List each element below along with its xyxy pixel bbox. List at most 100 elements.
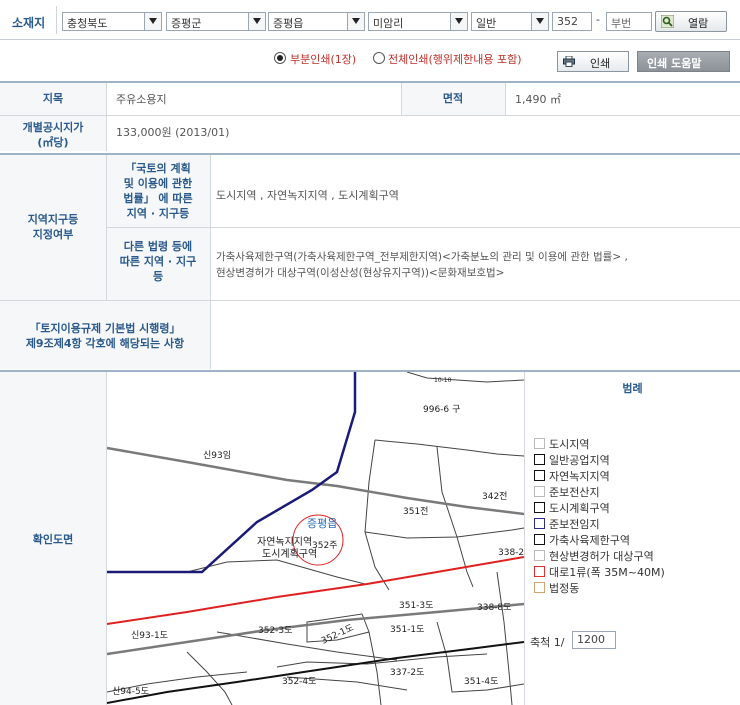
map-section: 확인도면 996-6 구 신93임 342전 351전 338-2 351-3도…: [0, 370, 740, 705]
parcel-label: 996-6 구: [423, 404, 460, 415]
zone-section-label: 지역지구등 지정여부: [27, 213, 79, 241]
divider: [210, 155, 211, 369]
parcel-label: 352-4도: [282, 677, 316, 687]
parcel-label: 351-4도: [464, 677, 498, 687]
label-divider: [56, 6, 57, 34]
legend-item-natural-green: 자연녹지지역: [534, 470, 610, 484]
price-label: 개별공시지가 (㎡당): [22, 121, 84, 149]
row-divider: [0, 115, 740, 116]
legend-label: 법정동: [549, 582, 580, 595]
view-button-label: 열람: [688, 17, 709, 30]
sub-lot-input[interactable]: 부번: [606, 12, 652, 31]
legend-label: 가축사육제한구역: [549, 534, 630, 547]
national-law-value: 도시지역 , 자연녹지지역 , 도시계획구역: [216, 189, 399, 202]
legend-label: 일반공업지역: [549, 454, 610, 467]
town-label: 증평읍: [307, 517, 337, 530]
area-label: 면적: [442, 92, 464, 105]
radio-partial[interactable]: [274, 52, 286, 64]
parcel-label: 신93임: [203, 449, 231, 461]
search-bar: 소재지 충청북도 증평군 증평읍 미암리 일반 352 - 부번 열람: [0, 0, 740, 40]
radio-dot: [277, 55, 283, 61]
scale-input[interactable]: 1200: [572, 631, 616, 649]
legend-label: 도시계획구역: [549, 502, 610, 515]
location-label: 소재지: [12, 16, 46, 30]
province-value: 충청북도: [67, 17, 108, 30]
legend-swatch: [534, 566, 545, 577]
legend-item-heritage: 현상변경허가 대상구역: [534, 550, 654, 564]
parcel-label: 신93-1도: [131, 630, 168, 641]
regulation-label: 「토지이용규제 기본법 시행령」 제9조제4항 각호에 해당되는 사항: [25, 322, 185, 350]
national-law-label: 「국토의 계획 및 이용에 관한 법률」 에 따른 지역 · 지구등: [123, 162, 193, 220]
legend-swatch: [534, 502, 545, 513]
legend-item-industrial: 일반공업지역: [534, 454, 610, 468]
village-select[interactable]: 미암리: [368, 12, 468, 31]
radio-partial-label[interactable]: 부분인쇄(1장): [290, 51, 356, 67]
chevron-down-icon: [248, 13, 265, 30]
parcel-label: 10-10: [434, 377, 452, 384]
other-law-label: 다른 법령 등에 따른 지역 · 지구 등: [119, 240, 197, 283]
parcel-label: 351-1도: [390, 625, 424, 635]
chevron-down-icon: [531, 13, 548, 30]
parcel-label: 351-3도: [399, 601, 433, 611]
parcel-label: 신94-5도: [112, 686, 149, 697]
legend-swatch: [534, 486, 545, 497]
legend-swatch: [534, 582, 545, 593]
legend-label: 준보전산지: [549, 486, 600, 499]
town-select[interactable]: 증평읍: [268, 12, 365, 31]
main-lot-input[interactable]: 352: [552, 12, 592, 31]
legend-item-urban-plan: 도시계획구역: [534, 502, 610, 516]
legend-swatch: [534, 438, 545, 449]
legend-item-semi-preserved-mountain: 준보전산지: [534, 486, 600, 500]
legend-item-legal-dong: 법정동: [534, 582, 579, 596]
legend-swatch: [534, 534, 545, 545]
row-divider: [106, 227, 740, 228]
radio-full[interactable]: [373, 52, 385, 64]
divider: [505, 83, 506, 115]
zones-table: 지역지구등 지정여부 「국토의 계획 및 이용에 관한 법률」 에 따른 지역 …: [0, 153, 740, 371]
land-category-value: 주유소용지: [116, 93, 167, 106]
legend-label: 준보전임지: [549, 518, 600, 531]
scale-label: 축척 1/: [530, 636, 565, 649]
price-value: 133,000원 (2013/01): [116, 126, 230, 139]
other-law-value-2: 현상변경허가 대상구역(이성산성(현상유지구역))<문화재보호법>: [216, 267, 505, 279]
parcel-label: 337-2도: [390, 668, 424, 678]
parcel-label: 342전: [482, 491, 507, 502]
land-type-select[interactable]: 일반: [471, 12, 549, 31]
legend-swatch: [534, 518, 545, 529]
chevron-down-icon: [450, 13, 467, 30]
legend-title: 범례: [622, 382, 643, 395]
print-help-button[interactable]: 인쇄 도움말: [637, 51, 730, 72]
divider: [106, 83, 107, 151]
map-section-label: 확인도면: [32, 533, 74, 546]
cadastral-map[interactable]: 996-6 구 신93임 342전 351전 338-2전 351-3도 338…: [107, 372, 524, 705]
legend-label: 자연녹지지역: [549, 470, 610, 483]
chevron-down-icon: [347, 13, 364, 30]
other-law-value-1: 가축사육제한구역(가축사육제한구역_전부제한지역)<가축분뇨의 관리 및 이용에…: [216, 251, 628, 263]
legend-swatch: [534, 550, 545, 561]
parcel-label: 338-2전: [498, 547, 524, 558]
chevron-down-icon: [144, 13, 161, 30]
province-select[interactable]: 충청북도: [62, 12, 162, 31]
legend-swatch: [534, 454, 545, 465]
parcel-label: 352-3도: [258, 626, 292, 636]
village-value: 미암리: [373, 17, 404, 30]
row-divider: [0, 300, 740, 301]
printer-icon: [563, 56, 575, 67]
print-button-label: 인쇄: [590, 57, 611, 70]
divider: [524, 372, 525, 705]
subject-zone-label-2: 도시계획구역: [262, 548, 317, 560]
land-type-value: 일반: [476, 17, 497, 30]
view-button[interactable]: 열람: [655, 11, 727, 32]
print-bar: 부분인쇄(1장) 전체인쇄(행위제한내용 포함) 인쇄 인쇄 도움말: [0, 40, 740, 80]
legend-item-main-road: 대로1류(폭 35M~40M): [534, 566, 665, 580]
radio-full-label[interactable]: 전체인쇄(행위제한내용 포함): [388, 51, 522, 67]
subject-zone-label-1: 자연녹지지역: [257, 536, 312, 548]
county-select[interactable]: 증평군: [166, 12, 266, 31]
print-help-label: 인쇄 도움말: [647, 57, 702, 70]
info-table: 지목 주유소용지 면적 1,490 ㎡ 개별공시지가 (㎡당) 133,000원…: [0, 81, 740, 153]
legend-label: 대로1류(폭 35M~40M): [549, 566, 665, 579]
legend-item-urban: 도시지역: [534, 438, 589, 452]
legend-label: 도시지역: [549, 438, 590, 451]
print-button[interactable]: 인쇄: [557, 51, 629, 72]
lot-dash: -: [596, 13, 600, 26]
